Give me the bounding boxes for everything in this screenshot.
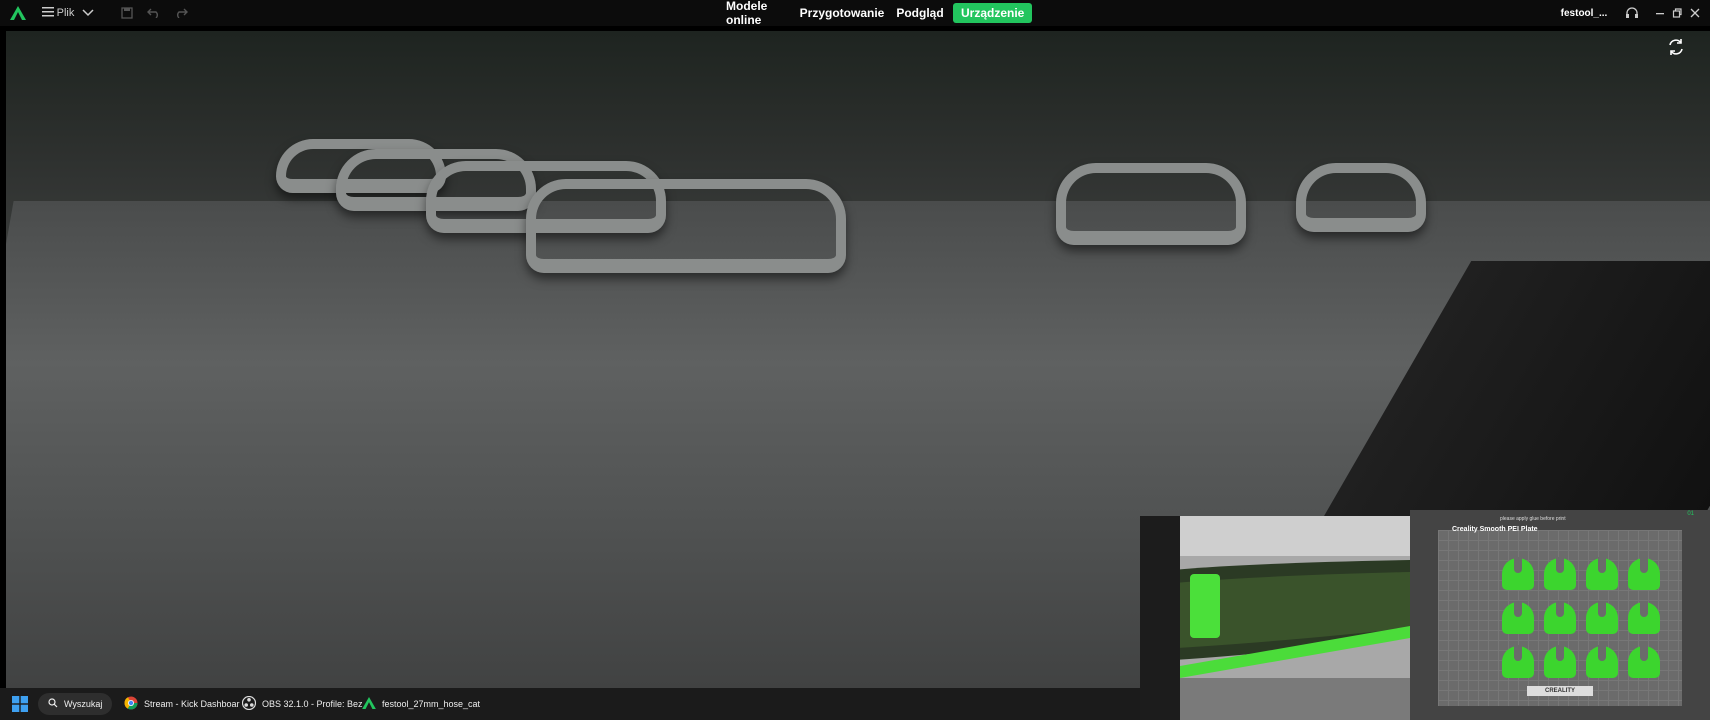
model-clip [1628, 645, 1660, 678]
plate-number: 01 [1687, 511, 1694, 517]
overlay-slicer-preview: please apply glue before print 01 Creali… [1410, 510, 1710, 720]
model-clip [1502, 601, 1534, 634]
restore-icon[interactable] [1668, 0, 1686, 26]
creality-logo-icon[interactable] [8, 0, 28, 26]
refresh-icon[interactable] [1666, 37, 1686, 57]
plate-title: Creality Smooth PEI Plate [1452, 526, 1538, 533]
model-clip [1586, 645, 1618, 678]
printed-part [1056, 163, 1246, 245]
model-clip [1544, 645, 1576, 678]
printed-part [1296, 163, 1426, 232]
search-icon [48, 698, 58, 710]
taskbar-app-label: festool_27mm_hose_cat [382, 699, 481, 709]
model-clip [1502, 557, 1534, 590]
taskbar-app-label: Stream - Kick Dashboar [144, 699, 240, 709]
taskbar-app-obs[interactable]: OBS 32.1.0 - Profile: Bez [241, 688, 363, 720]
tab-podglad[interactable]: Podgląd [896, 0, 944, 26]
title-bar: Plik Modele online Przygotowanie Podgląd… [0, 0, 1710, 27]
model-clip [1544, 601, 1576, 634]
tab-przygotowanie[interactable]: Przygotowanie [800, 0, 885, 26]
model-clip [1544, 557, 1576, 590]
model-clip [1502, 645, 1534, 678]
tab-urzadzenie[interactable]: Urządzenie [953, 3, 1033, 23]
undo-icon[interactable] [145, 0, 163, 26]
taskbar-app-label: OBS 32.1.0 - Profile: Bez [262, 699, 363, 709]
model-clip [1628, 601, 1660, 634]
model-clip [1628, 557, 1660, 590]
file-menu-button[interactable]: Plik [41, 0, 75, 26]
taskbar-app-chrome[interactable]: Stream - Kick Dashboar [124, 688, 240, 720]
tab-modele-online[interactable]: Modele online [726, 0, 796, 27]
build-plate [1438, 530, 1682, 706]
chrome-icon [124, 696, 138, 712]
slicer-note: please apply glue before print [1500, 516, 1566, 522]
chevron-down-icon[interactable] [80, 0, 96, 26]
project-name[interactable]: festool_... [1561, 0, 1608, 26]
minimize-icon[interactable] [1651, 0, 1669, 26]
hamburger-menu-icon [41, 6, 54, 20]
file-menu-label: Plik [56, 7, 75, 19]
taskbar-search[interactable]: Wyszukaj [38, 693, 112, 715]
creality-icon [362, 697, 376, 711]
model-clip [1586, 601, 1618, 634]
redo-icon[interactable] [172, 0, 190, 26]
windows-start-icon[interactable] [12, 688, 28, 720]
obs-icon [241, 695, 257, 712]
save-icon[interactable] [118, 0, 136, 26]
overlay-webcam [1140, 516, 1410, 720]
windows-taskbar: Wyszukaj Stream - Kick Dashboar OBS 32.1… [0, 688, 1140, 720]
close-icon[interactable] [1686, 0, 1704, 26]
search-label: Wyszukaj [64, 699, 103, 709]
model-clip [1586, 557, 1618, 590]
printed-part [526, 179, 846, 273]
headset-icon[interactable] [1623, 0, 1641, 26]
brand-label: CREALITY [1527, 686, 1593, 696]
taskbar-app-creality[interactable]: festool_27mm_hose_cat [362, 688, 480, 720]
